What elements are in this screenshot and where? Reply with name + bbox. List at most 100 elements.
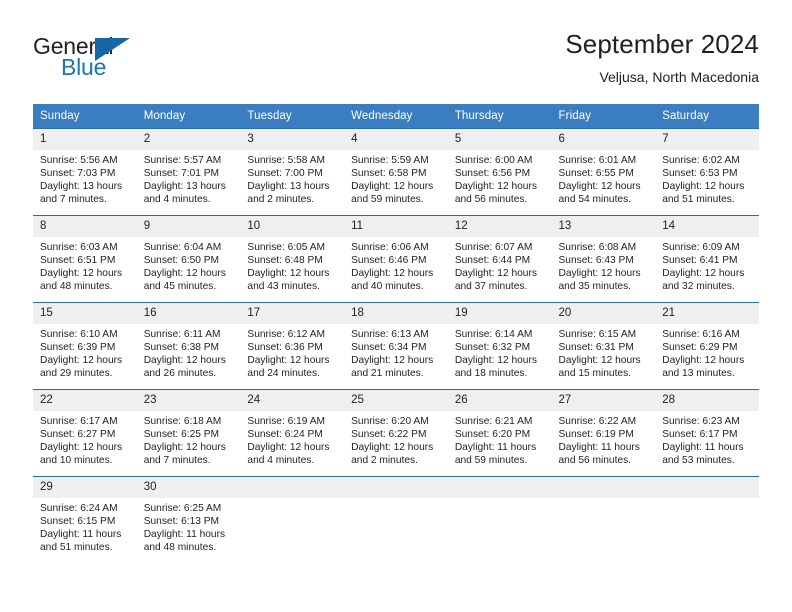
day-number: 22 — [33, 390, 137, 411]
calendar-day-cell[interactable]: 27 Sunrise: 6:22 AM Sunset: 6:19 PM Dayligh… — [551, 389, 656, 477]
day-cell-inner: 27 Sunrise: 6:22 AM Sunset: 6:19 PM Dayligh… — [551, 390, 656, 476]
sunset-text: Sunset: 7:01 PM — [143, 168, 220, 180]
sunset-text: Sunset: 6:48 PM — [247, 255, 323, 267]
day-info: Sunrise: 6:22 AM Sunset: 6:19 PM Daylight:… — [552, 411, 656, 467]
sunrise-text: Sunrise: 6:08 AM — [558, 242, 637, 253]
day-info: Sunrise: 5:57 AM Sunset: 7:01 PM Daylight:… — [137, 150, 241, 206]
calendar-day-cell[interactable]: 1 Sunrise: 5:56 AM Sunset: 7:03 PM Daylight… — [33, 128, 137, 216]
calendar-day-cell[interactable]: 26 Sunrise: 6:21 AM Sunset: 6:20 PM Dayligh… — [447, 389, 552, 477]
calendar-day-cell[interactable]: 22 Sunrise: 6:17 AM Sunset: 6:27 PM Dayligh… — [33, 389, 137, 477]
sunset-text: Sunset: 6:53 PM — [662, 168, 738, 180]
day-number: 9 — [136, 216, 241, 237]
calendar-body: 1 Sunrise: 5:56 AM Sunset: 7:03 PM Daylight… — [33, 128, 759, 563]
calendar-day-cell[interactable]: 11 Sunrise: 6:06 AM Sunset: 6:46 PM Dayligh… — [344, 215, 448, 303]
day-cell-inner — [447, 477, 552, 563]
sunset-text: Sunset: 6:46 PM — [351, 255, 427, 267]
calendar-day-cell[interactable]: 18 Sunrise: 6:13 AM Sunset: 6:34 PM Dayligh… — [344, 302, 448, 390]
day-number: 1 — [33, 129, 137, 150]
day-number: 14 — [655, 216, 759, 237]
daylight-text-line1: Daylight: 11 hours — [662, 442, 744, 454]
calendar-week-row: 1 Sunrise: 5:56 AM Sunset: 7:03 PM Daylight… — [33, 128, 759, 216]
calendar-day-cell[interactable]: 21 Sunrise: 6:16 AM Sunset: 6:29 PM Dayligh… — [655, 302, 759, 390]
day-info: Sunrise: 5:58 AM Sunset: 7:00 PM Daylight:… — [240, 150, 344, 206]
calendar-day-cell[interactable]: 17 Sunrise: 6:12 AM Sunset: 6:36 PM Dayligh… — [240, 302, 345, 390]
calendar-day-cell[interactable]: 25 Sunrise: 6:20 AM Sunset: 6:22 PM Dayligh… — [344, 389, 448, 477]
calendar-day-cell[interactable]: 29 Sunrise: 6:24 AM Sunset: 6:15 PM Dayligh… — [33, 476, 137, 563]
calendar-day-cell[interactable]: 15 Sunrise: 6:10 AM Sunset: 6:39 PM Dayligh… — [33, 302, 137, 390]
day-info: Sunrise: 6:14 AM Sunset: 6:32 PM Daylight:… — [448, 324, 552, 380]
daylight-text-line1: Daylight: 12 hours — [558, 268, 641, 280]
day-info: Sunrise: 5:56 AM Sunset: 7:03 PM Daylight:… — [33, 150, 137, 206]
sunset-text: Sunset: 6:32 PM — [454, 342, 531, 354]
day-number: 21 — [655, 303, 759, 324]
calendar-day-cell[interactable] — [240, 476, 345, 563]
day-info: Sunrise: 6:08 AM Sunset: 6:43 PM Daylight:… — [552, 237, 656, 293]
calendar-day-cell[interactable] — [655, 476, 759, 563]
day-number: 8 — [33, 216, 137, 237]
brand-blue-text: Blue — [61, 54, 107, 80]
calendar-day-cell[interactable]: 14 Sunrise: 6:09 AM Sunset: 6:41 PM Dayligh… — [655, 215, 759, 303]
day-cell-inner: 21 Sunrise: 6:16 AM Sunset: 6:29 PM Dayligh… — [655, 303, 759, 389]
daylight-text-line1: Daylight: 12 hours — [351, 442, 434, 454]
calendar-day-cell[interactable]: 2 Sunrise: 5:57 AM Sunset: 7:01 PM Daylight… — [136, 128, 241, 216]
calendar-day-cell[interactable]: 24 Sunrise: 6:19 AM Sunset: 6:24 PM Dayligh… — [240, 389, 345, 477]
day-info: Sunrise: 6:15 AM Sunset: 6:31 PM Daylight:… — [552, 324, 656, 380]
daylight-text-line2: and 51 minutes. — [662, 194, 735, 206]
calendar-day-cell[interactable]: 30 Sunrise: 6:25 AM Sunset: 6:13 PM Dayligh… — [136, 476, 241, 563]
sunrise-text: Sunrise: 6:04 AM — [143, 242, 222, 253]
calendar-day-cell[interactable]: 16 Sunrise: 6:11 AM Sunset: 6:38 PM Dayligh… — [136, 302, 241, 390]
calendar-day-cell[interactable]: 19 Sunrise: 6:14 AM Sunset: 6:32 PM Dayligh… — [447, 302, 552, 390]
daylight-text-line2: and 18 minutes. — [454, 368, 528, 380]
day-info: Sunrise: 6:01 AM Sunset: 6:55 PM Daylight:… — [552, 150, 656, 206]
daylight-text-line1: Daylight: 13 hours — [247, 181, 330, 193]
calendar-day-cell[interactable]: 8 Sunrise: 6:03 AM Sunset: 6:51 PM Daylight… — [33, 215, 137, 303]
day-info: Sunrise: 5:59 AM Sunset: 6:58 PM Daylight:… — [344, 150, 448, 206]
day-cell-inner: 23 Sunrise: 6:18 AM Sunset: 6:25 PM Dayligh… — [136, 390, 241, 476]
sunrise-text: Sunrise: 6:10 AM — [40, 329, 118, 340]
calendar-day-cell[interactable]: 12 Sunrise: 6:07 AM Sunset: 6:44 PM Dayligh… — [447, 215, 552, 303]
calendar-day-cell[interactable]: 3 Sunrise: 5:58 AM Sunset: 7:00 PM Daylight… — [240, 128, 345, 216]
calendar-day-cell[interactable] — [344, 476, 448, 563]
calendar-day-cell[interactable]: 13 Sunrise: 6:08 AM Sunset: 6:43 PM Dayligh… — [551, 215, 656, 303]
calendar-day-cell[interactable]: 23 Sunrise: 6:18 AM Sunset: 6:25 PM Dayligh… — [136, 389, 241, 477]
sunset-text: Sunset: 6:56 PM — [454, 168, 531, 180]
day-cell-inner: 10 Sunrise: 6:05 AM Sunset: 6:48 PM Dayligh… — [240, 216, 345, 302]
calendar-week-row: 8 Sunrise: 6:03 AM Sunset: 6:51 PM Daylight… — [33, 215, 759, 303]
brand-logo[interactable]: General Blue — [33, 33, 213, 81]
day-cell-inner: 14 Sunrise: 6:09 AM Sunset: 6:41 PM Dayligh… — [655, 216, 759, 302]
day-info: Sunrise: 6:13 AM Sunset: 6:34 PM Daylight:… — [344, 324, 448, 380]
calendar-day-cell[interactable]: 4 Sunrise: 5:59 AM Sunset: 6:58 PM Daylight… — [344, 128, 448, 216]
day-number: 6 — [551, 129, 656, 150]
calendar-day-cell[interactable]: 6 Sunrise: 6:01 AM Sunset: 6:55 PM Daylight… — [551, 128, 656, 216]
sunrise-text: Sunrise: 6:11 AM — [143, 329, 221, 340]
day-info: Sunrise: 6:25 AM Sunset: 6:13 PM Daylight:… — [137, 498, 241, 554]
daylight-text-line1: Daylight: 12 hours — [454, 355, 537, 367]
day-info: Sunrise: 6:05 AM Sunset: 6:48 PM Daylight:… — [240, 237, 344, 293]
daylight-text-line1: Daylight: 12 hours — [351, 355, 434, 367]
daylight-text-line1: Daylight: 12 hours — [40, 355, 123, 367]
day-number: 30 — [136, 477, 241, 498]
day-info: Sunrise: 6:23 AM Sunset: 6:17 PM Daylight:… — [655, 411, 759, 467]
sunset-text: Sunset: 6:24 PM — [247, 429, 323, 441]
day-cell-inner — [240, 477, 345, 563]
calendar-day-cell[interactable]: 20 Sunrise: 6:15 AM Sunset: 6:31 PM Dayligh… — [551, 302, 656, 390]
calendar-day-cell[interactable]: 28 Sunrise: 6:23 AM Sunset: 6:17 PM Dayligh… — [655, 389, 759, 477]
daylight-text-line2: and 54 minutes. — [558, 194, 632, 206]
daylight-text-line2: and 32 minutes. — [662, 281, 735, 293]
calendar-day-cell[interactable]: 5 Sunrise: 6:00 AM Sunset: 6:56 PM Daylight… — [447, 128, 552, 216]
day-cell-inner: 1 Sunrise: 5:56 AM Sunset: 7:03 PM Daylight… — [33, 129, 137, 215]
calendar-day-cell[interactable]: 9 Sunrise: 6:04 AM Sunset: 6:50 PM Daylight… — [136, 215, 241, 303]
day-number: 29 — [33, 477, 137, 498]
day-cell-inner: 26 Sunrise: 6:21 AM Sunset: 6:20 PM Dayligh… — [447, 390, 552, 476]
day-info: Sunrise: 6:17 AM Sunset: 6:27 PM Daylight:… — [33, 411, 137, 467]
weekday-header-saturday: Saturday — [655, 104, 759, 129]
calendar-day-cell[interactable] — [447, 476, 552, 563]
calendar-day-cell[interactable]: 7 Sunrise: 6:02 AM Sunset: 6:53 PM Daylight… — [655, 128, 759, 216]
sunrise-text: Sunrise: 6:06 AM — [351, 242, 429, 253]
sunset-text: Sunset: 6:43 PM — [558, 255, 634, 267]
day-number — [655, 477, 759, 498]
calendar-day-cell[interactable]: 10 Sunrise: 6:05 AM Sunset: 6:48 PM Dayligh… — [240, 215, 345, 303]
daylight-text-line2: and 2 minutes. — [351, 455, 418, 467]
calendar-day-cell[interactable] — [551, 476, 656, 563]
sunset-text: Sunset: 6:31 PM — [558, 342, 634, 354]
